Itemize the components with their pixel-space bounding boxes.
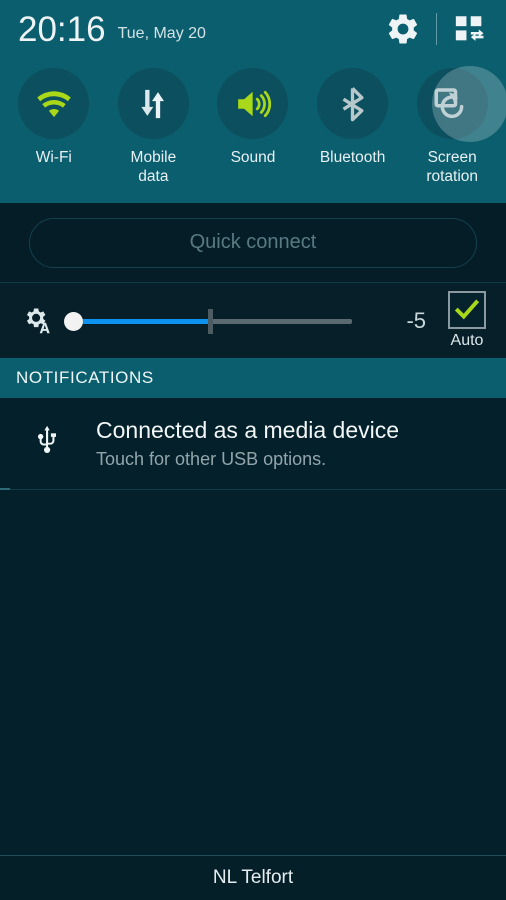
gear-icon bbox=[388, 14, 418, 44]
status-bar: 20:16 Tue, May 20 bbox=[0, 0, 506, 58]
notification-icon-wrap bbox=[0, 415, 96, 457]
edit-quick-settings-button[interactable] bbox=[450, 9, 490, 49]
brightness-slider-knob[interactable] bbox=[64, 311, 83, 331]
checkmark-icon bbox=[454, 299, 480, 320]
toggle-screen-rotation-circle bbox=[416, 68, 488, 139]
toggle-sound-label: Sound bbox=[230, 149, 276, 166]
wifi-icon bbox=[36, 90, 71, 117]
toggle-screen-rotation-label-line1: Screen bbox=[427, 149, 477, 166]
notifications-section-title: NOTIFICATIONS bbox=[16, 368, 154, 387]
brightness-slider-fill bbox=[68, 318, 210, 324]
header-divider bbox=[436, 13, 437, 45]
quick-connect-label: Quick connect bbox=[189, 231, 317, 253]
auto-brightness-indicator bbox=[14, 303, 60, 339]
quick-toggle-row: Wi-Fi Mobile data Sound Bluetooth Screen… bbox=[0, 58, 506, 198]
notification-text: Connected as a media device Touch for ot… bbox=[96, 415, 490, 472]
clock-time: 20:16 bbox=[18, 9, 106, 49]
auto-brightness-checkbox[interactable] bbox=[448, 291, 486, 329]
toggle-mobile-data-circle bbox=[117, 68, 189, 139]
toggle-wifi-circle bbox=[18, 68, 90, 139]
toggle-wifi[interactable]: Wi-Fi bbox=[4, 58, 104, 198]
notification-title: Connected as a media device bbox=[96, 417, 400, 443]
auto-brightness-gear-a-icon bbox=[26, 308, 50, 333]
quick-settings-header: 20:16 Tue, May 20 Wi-Fi Mobile data Soun… bbox=[0, 0, 506, 203]
clock-date: Tue, May 20 bbox=[117, 24, 206, 42]
brightness-value: -5 bbox=[406, 307, 426, 333]
speaker-sound-icon bbox=[238, 90, 272, 117]
toggle-bluetooth[interactable]: Bluetooth bbox=[303, 58, 403, 198]
brightness-slider[interactable] bbox=[64, 301, 372, 341]
notifications-section-header: NOTIFICATIONS bbox=[0, 358, 506, 398]
notification-item-usb[interactable]: Connected as a media device Touch for ot… bbox=[0, 398, 506, 490]
brightness-slider-track bbox=[210, 318, 352, 324]
mobile-data-arrows-icon bbox=[141, 89, 165, 118]
usb-icon bbox=[37, 425, 57, 454]
brightness-section: -5 Auto bbox=[0, 283, 506, 358]
toggle-screen-rotation[interactable]: Screen rotation bbox=[402, 58, 506, 198]
settings-button[interactable] bbox=[383, 9, 423, 49]
notifications-list: Connected as a media device Touch for ot… bbox=[0, 398, 506, 855]
carrier-label: NL Telfort bbox=[212, 867, 294, 888]
toggle-mobile-data-label-line2: data bbox=[138, 168, 169, 185]
notification-divider-notch bbox=[0, 488, 10, 490]
quick-settings-edit-grid-icon bbox=[455, 16, 484, 41]
quick-connect-section: Quick connect bbox=[0, 203, 506, 283]
notifications-empty-space bbox=[0, 490, 506, 855]
carrier-footer: NL Telfort bbox=[0, 855, 506, 900]
toggle-mobile-data-label: Mobile data bbox=[131, 148, 177, 186]
auto-brightness-toggle[interactable]: Auto bbox=[440, 291, 494, 350]
screen-rotation-icon bbox=[434, 87, 464, 118]
toggle-screen-rotation-label-line2: rotation bbox=[426, 168, 479, 185]
notification-subtitle: Touch for other USB options. bbox=[96, 449, 327, 469]
toggle-sound-circle bbox=[217, 68, 289, 139]
quick-connect-button[interactable]: Quick connect bbox=[29, 217, 477, 268]
toggle-wifi-label: Wi-Fi bbox=[35, 149, 72, 166]
toggle-bluetooth-circle bbox=[317, 68, 389, 139]
toggle-mobile-data-label-line1: Mobile bbox=[130, 149, 177, 166]
notification-shade: 20:16 Tue, May 20 Wi-Fi Mobile data Soun… bbox=[0, 0, 506, 900]
brightness-slider-tick bbox=[208, 308, 213, 334]
toggle-mobile-data[interactable]: Mobile data bbox=[104, 58, 204, 198]
toggle-bluetooth-label: Bluetooth bbox=[319, 149, 386, 166]
bluetooth-icon bbox=[342, 86, 364, 121]
toggle-screen-rotation-label: Screen rotation bbox=[426, 148, 478, 186]
toggle-sound[interactable]: Sound bbox=[203, 58, 303, 198]
auto-brightness-label: Auto bbox=[450, 332, 484, 349]
